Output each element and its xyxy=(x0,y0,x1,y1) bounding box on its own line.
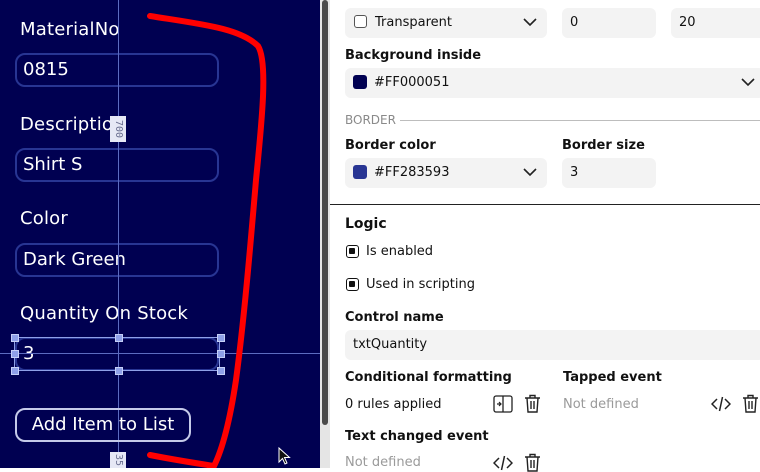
format-rules-icon[interactable] xyxy=(493,395,513,413)
is-enabled-checkbox[interactable] xyxy=(346,245,359,258)
border-color-dropdown[interactable]: #FF283593 xyxy=(345,158,547,188)
design-canvas[interactable]: MaterialNo 0815 Description Shirt S Colo… xyxy=(0,0,320,468)
transparent-swatch xyxy=(354,15,367,28)
border-size-field[interactable]: 3 xyxy=(562,158,656,188)
background-inside-swatch xyxy=(353,74,367,89)
used-in-scripting-label: Used in scripting xyxy=(366,277,475,292)
background-inside-label: Background inside xyxy=(345,48,482,63)
background-inside-value: #FF000051 xyxy=(374,75,450,90)
mouse-cursor-icon xyxy=(278,447,291,465)
border-section-heading: BORDER xyxy=(345,113,396,127)
spin-field-1[interactable]: 0 xyxy=(562,8,656,38)
border-size-label: Border size xyxy=(562,138,645,153)
text-changed-event-label: Text changed event xyxy=(345,429,489,444)
border-section-divider xyxy=(400,120,760,121)
code-icon[interactable] xyxy=(711,396,731,412)
background-outside-dropdown[interactable]: Transparent xyxy=(345,8,547,38)
chevron-down-icon xyxy=(741,78,755,87)
border-color-value: #FF283593 xyxy=(374,165,450,180)
code-icon[interactable] xyxy=(493,455,513,471)
is-enabled-label: Is enabled xyxy=(366,244,434,259)
control-name-label: Control name xyxy=(345,310,444,325)
control-name-field[interactable]: txtQuantity xyxy=(345,330,760,360)
tapped-event-label: Tapped event xyxy=(563,370,662,385)
trash-icon[interactable] xyxy=(524,453,541,472)
border-color-swatch xyxy=(353,164,367,179)
border-color-label: Border color xyxy=(345,138,436,153)
trash-icon[interactable] xyxy=(742,394,759,413)
logic-section-divider xyxy=(330,204,760,205)
conditional-formatting-label: Conditional formatting xyxy=(345,370,512,385)
chevron-down-icon xyxy=(523,168,537,177)
background-inside-dropdown[interactable]: #FF000051 xyxy=(345,68,760,98)
chevron-down-icon xyxy=(523,18,537,27)
canvas-scrollbar-thumb[interactable] xyxy=(322,0,328,425)
spin-field-2[interactable]: 20 xyxy=(671,8,760,38)
red-annotation-bracket xyxy=(147,13,267,468)
conditional-formatting-value: 0 rules applied xyxy=(345,397,442,412)
logic-heading: Logic xyxy=(345,216,387,232)
used-in-scripting-checkbox[interactable] xyxy=(346,278,359,291)
tapped-event-value: Not defined xyxy=(563,397,639,412)
trash-icon[interactable] xyxy=(524,394,541,413)
background-outside-value: Transparent xyxy=(375,15,452,30)
properties-panel: Transparent 0 20 Background inside #FF00… xyxy=(330,0,760,472)
